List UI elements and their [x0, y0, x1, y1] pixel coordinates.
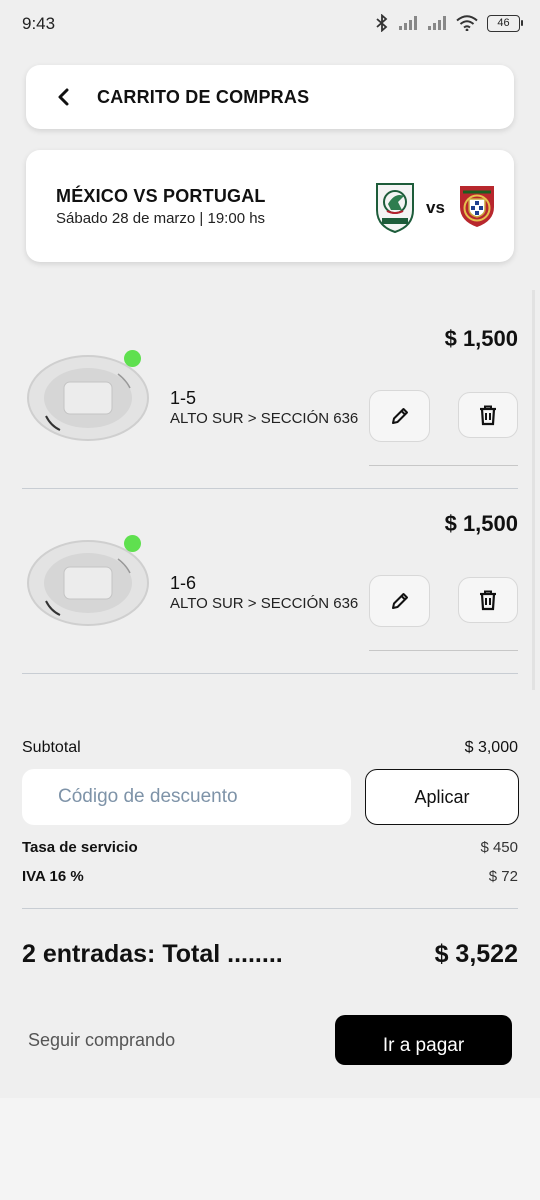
- edit-ticket-button[interactable]: [369, 575, 430, 627]
- match-date: Sábado 28 de marzo | 19:00 hs: [56, 210, 266, 227]
- chevron-left-icon[interactable]: [52, 85, 76, 109]
- bottom-area: [0, 1098, 540, 1200]
- ticket-item: $ 1,500 1-5 ALTO SUR > SECCIÓN 636: [0, 300, 540, 485]
- stadium-map-icon: [27, 540, 149, 626]
- ticket-price: $ 1,500: [444, 326, 518, 351]
- match-title: MÉXICO VS PORTUGAL: [56, 186, 266, 206]
- seat-section: ALTO SUR > SECCIÓN 636: [170, 410, 359, 427]
- total-value: $ 3,522: [434, 940, 518, 968]
- divider: [22, 673, 518, 674]
- header-bar: CARRITO DE COMPRAS: [26, 65, 514, 129]
- status-bar: 9:43 46: [0, 0, 540, 50]
- signal-icon: [428, 16, 446, 30]
- divider: [22, 908, 518, 909]
- pencil-icon: [391, 408, 408, 424]
- ticket-underline: [369, 650, 518, 651]
- seat-number: 1-6: [170, 573, 197, 593]
- availability-dot: [124, 535, 141, 552]
- wifi-icon: [456, 15, 478, 31]
- apply-discount-button[interactable]: Aplicar: [365, 769, 519, 825]
- match-card: MÉXICO VS PORTUGAL Sábado 28 de marzo | …: [26, 150, 514, 262]
- ticket-underline: [369, 465, 518, 466]
- availability-dot: [124, 350, 141, 367]
- status-icons: 46: [375, 14, 523, 32]
- subtotal-value: $ 3,000: [464, 739, 518, 756]
- total-label: 2 entradas: Total ........: [22, 940, 283, 968]
- trash-icon: [480, 405, 496, 426]
- iva-label: IVA 16 %: [22, 868, 84, 885]
- seat-number: 1-5: [170, 388, 197, 408]
- subtotal-label: Subtotal: [22, 739, 81, 756]
- page-title: CARRITO DE COMPRAS: [97, 87, 310, 107]
- signal-icon: [399, 16, 417, 30]
- continue-shopping-link[interactable]: Seguir comprando: [28, 1030, 175, 1051]
- battery-icon: 46: [487, 14, 523, 32]
- ticket-item: $ 1,500 1-6 ALTO SUR > SECCIÓN 636: [0, 485, 540, 670]
- delete-ticket-button[interactable]: [458, 392, 518, 438]
- status-time: 9:43: [22, 14, 56, 33]
- pencil-icon: [391, 593, 408, 609]
- edit-ticket-button[interactable]: [369, 390, 430, 442]
- service-fee-value: $ 450: [480, 839, 518, 856]
- vs-label: vs: [426, 198, 445, 217]
- bluetooth-icon: [376, 14, 388, 32]
- discount-code-input[interactable]: [22, 769, 351, 825]
- trash-icon: [480, 590, 496, 611]
- stadium-map-icon: [27, 355, 149, 441]
- service-fee-label: Tasa de servicio: [22, 839, 138, 856]
- seat-section: ALTO SUR > SECCIÓN 636: [170, 595, 359, 612]
- iva-value: $ 72: [488, 868, 518, 885]
- delete-ticket-button[interactable]: [458, 577, 518, 623]
- portugal-crest-icon: [460, 186, 494, 227]
- ticket-price: $ 1,500: [444, 511, 518, 536]
- pay-button[interactable]: Ir a pagar: [335, 1015, 512, 1065]
- mexico-crest-icon: [376, 183, 414, 234]
